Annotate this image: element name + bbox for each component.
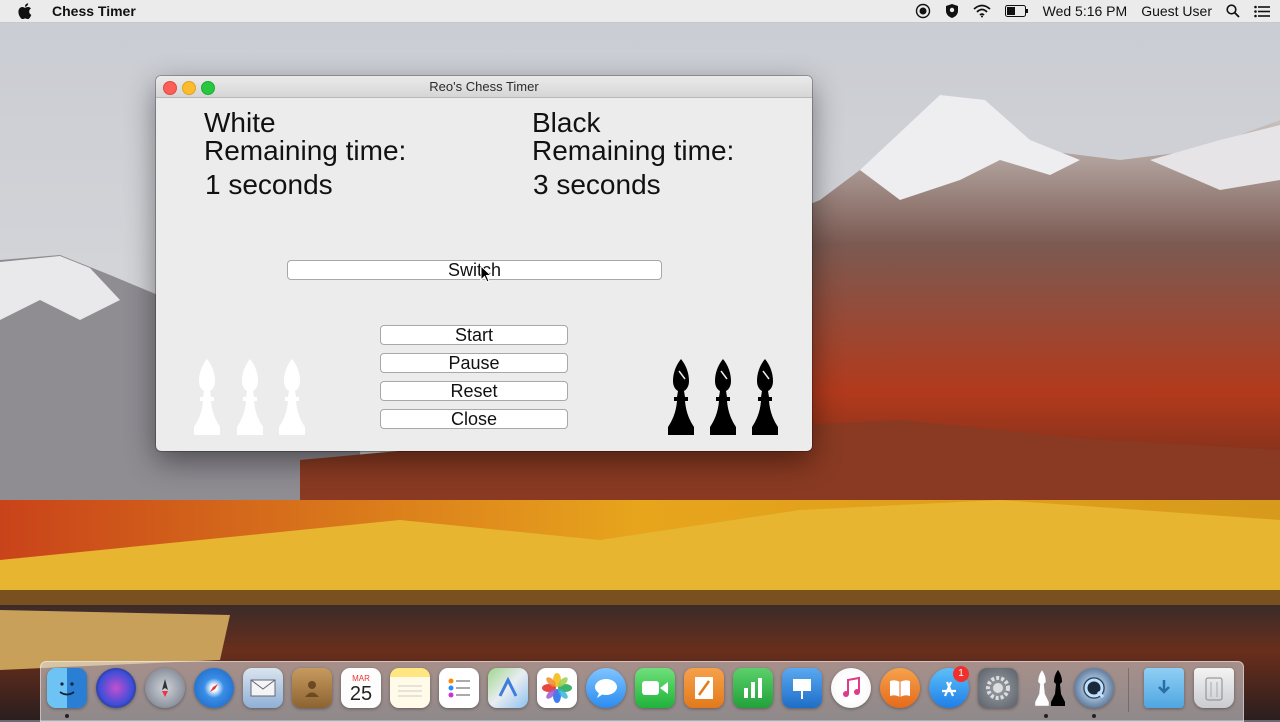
system-preferences-icon[interactable] xyxy=(978,668,1018,708)
trash-icon[interactable] xyxy=(1194,668,1234,708)
record-icon[interactable] xyxy=(915,3,931,19)
facetime-icon[interactable] xyxy=(635,668,675,708)
wifi-icon[interactable] xyxy=(973,4,991,18)
window-title: Reo's Chess Timer xyxy=(429,79,539,94)
battery-icon[interactable] xyxy=(1004,5,1029,17)
mail-icon[interactable] xyxy=(243,668,283,708)
black-remaining-time: 3 seconds xyxy=(533,169,661,200)
quicktime-running-indicator xyxy=(1092,714,1096,718)
black-remaining-label: Remaining time: xyxy=(532,135,735,166)
close-button[interactable]: Close xyxy=(380,409,568,429)
white-player-label: White xyxy=(204,107,276,138)
app-menu-title[interactable]: Chess Timer xyxy=(52,3,136,19)
start-button[interactable]: Start xyxy=(380,325,568,345)
white-remaining-time: 1 seconds xyxy=(205,169,333,200)
white-bishop-icon xyxy=(237,359,263,435)
chess-timer-window: Reo's Chess Timer White Remaining time: … xyxy=(156,76,812,451)
reset-button[interactable]: Reset xyxy=(380,381,568,401)
apple-menu-icon[interactable] xyxy=(18,3,34,19)
switch-button[interactable]: Switch xyxy=(287,260,662,280)
black-bishop-icon xyxy=(710,359,736,435)
chess-timer-running-indicator xyxy=(1044,714,1048,718)
safari-icon[interactable] xyxy=(194,668,234,708)
black-bishop-icon xyxy=(668,359,694,435)
app-store-badge: 1 xyxy=(953,666,969,682)
spotlight-search-icon[interactable] xyxy=(1226,4,1240,18)
pause-button[interactable]: Pause xyxy=(380,353,568,373)
maps-icon[interactable] xyxy=(488,668,528,708)
launchpad-icon[interactable] xyxy=(145,668,185,708)
keynote-icon[interactable] xyxy=(782,668,822,708)
window-titlebar[interactable]: Reo's Chess Timer xyxy=(156,76,812,98)
white-remaining-label: Remaining time: xyxy=(204,135,407,166)
menu-bar: Chess Timer Wed 5:16 PM Guest User xyxy=(0,0,1280,23)
menubar-clock[interactable]: Wed 5:16 PM xyxy=(1043,3,1128,19)
pages-icon[interactable] xyxy=(684,668,724,708)
notes-icon[interactable] xyxy=(390,668,430,708)
calendar-icon[interactable]: MAR 25 xyxy=(341,668,381,708)
siri-icon[interactable] xyxy=(96,668,136,708)
contacts-icon[interactable] xyxy=(292,668,332,708)
white-bishop-icon xyxy=(194,359,220,435)
white-bishop-icon xyxy=(279,359,305,435)
notification-center-icon[interactable] xyxy=(1254,5,1270,18)
window-zoom-button[interactable] xyxy=(201,81,215,95)
calendar-day: 25 xyxy=(349,682,373,705)
ibooks-icon[interactable] xyxy=(880,668,920,708)
shield-icon[interactable] xyxy=(945,3,959,19)
black-bishop-icon xyxy=(752,359,778,435)
dock-divider xyxy=(1128,668,1129,712)
numbers-icon[interactable] xyxy=(733,668,773,708)
chess-timer-app-icon[interactable] xyxy=(1030,668,1070,708)
photos-icon[interactable] xyxy=(537,668,577,708)
itunes-icon[interactable] xyxy=(831,668,871,708)
messages-icon[interactable] xyxy=(586,668,626,708)
downloads-folder-icon[interactable] xyxy=(1144,668,1184,708)
black-player-label: Black xyxy=(532,107,601,138)
menubar-user[interactable]: Guest User xyxy=(1141,3,1212,19)
status-area: Wed 5:16 PM Guest User xyxy=(901,3,1270,19)
window-minimize-button[interactable] xyxy=(182,81,196,95)
window-close-button[interactable] xyxy=(163,81,177,95)
quicktime-icon[interactable] xyxy=(1074,668,1114,708)
finder-running-indicator xyxy=(65,714,69,718)
finder-icon[interactable] xyxy=(47,668,87,708)
calendar-month: MAR xyxy=(352,673,370,683)
mouse-cursor-icon xyxy=(480,265,492,283)
reminders-icon[interactable] xyxy=(439,668,479,708)
